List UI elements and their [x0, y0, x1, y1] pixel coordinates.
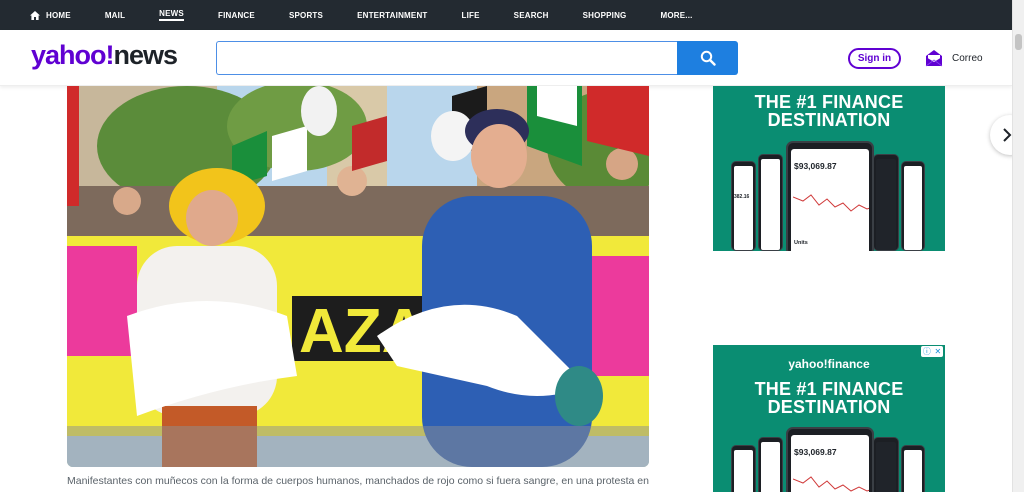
phone-mockup-left: 382.16: [731, 161, 756, 251]
nav-item-mail[interactable]: MAIL: [105, 11, 125, 20]
nav-item-home[interactable]: HOME: [30, 10, 71, 20]
nav-item-finance[interactable]: FINANCE: [218, 11, 255, 20]
nav-item-label: NEWS: [159, 9, 184, 18]
nav-item-news[interactable]: NEWS: [159, 9, 184, 21]
phone-mockup-right-2: [901, 161, 925, 251]
page-scrollbar[interactable]: [1012, 0, 1024, 492]
nav-item-entertainment[interactable]: ENTERTAINMENT: [357, 11, 427, 20]
top-navigation: HOME MAIL NEWS FINANCE SPORTS ENTERTAINM…: [0, 0, 1012, 30]
phone-mockup-left-2: [758, 154, 783, 251]
phone-chart: [793, 476, 869, 492]
phone-value: $93,069.87: [794, 447, 837, 457]
adchoices-icon[interactable]: ⓘ ✕: [921, 346, 943, 357]
sign-in-button[interactable]: Sign in: [848, 48, 901, 69]
nav-item-more[interactable]: MORE...: [660, 11, 692, 20]
nav-item-label: MAIL: [104, 10, 126, 20]
logo-brand: yahoo!: [31, 40, 115, 70]
search-input[interactable]: [217, 42, 678, 74]
nav-item-label: LIFE: [461, 10, 480, 20]
phone-mockup-center: $93,069.87 Units: [786, 141, 874, 251]
ad-brand: yahoo!finance: [788, 357, 870, 371]
phone-mockup-right: [873, 437, 899, 492]
phone-mockup-right-2: [901, 445, 925, 492]
phone-mockup-right: [873, 154, 899, 251]
nav-item-life[interactable]: LIFE: [462, 11, 480, 20]
nav-item-label: HOME: [46, 10, 71, 20]
nav-item-label: FINANCE: [217, 10, 255, 20]
protest-photo-illustration: AZA: [67, 86, 649, 467]
yahoo-news-logo[interactable]: yahoo!news: [31, 40, 179, 71]
article-photo: AZA: [67, 86, 649, 467]
site-header: yahoo!news Sign in Correo: [0, 30, 1012, 86]
chevron-right-icon: [1003, 128, 1012, 142]
phone-mockup-left-2: [758, 437, 783, 492]
search-button[interactable]: [677, 41, 738, 75]
nav-item-shopping[interactable]: SHOPPING: [583, 11, 627, 20]
nav-item-label: SHOPPING: [582, 10, 627, 20]
finance-ad-bottom[interactable]: ⓘ ✕ yahoo!finance THE #1 FINANCE DESTINAT…: [713, 345, 945, 492]
info-icon: ⓘ: [922, 347, 931, 356]
ad-headline-line2: DESTINATION: [767, 397, 891, 417]
ad-headline-line1: THE #1 FINANCE: [754, 379, 904, 399]
nav-item-label: SPORTS: [288, 10, 324, 20]
phone-tab-label: Units: [794, 240, 808, 246]
home-icon: [30, 10, 40, 20]
finance-ad-top[interactable]: THE #1 FINANCE DESTINATION 382.16 $93,06…: [713, 86, 945, 251]
logo-section: news: [113, 40, 179, 70]
mail-link[interactable]: Correo: [952, 53, 983, 64]
phone-value: $93,069.87: [794, 161, 837, 171]
phone-mockup-center: $93,069.87: [786, 427, 874, 492]
scrollbar-thumb[interactable]: [1015, 34, 1022, 50]
nav-item-label: MORE...: [660, 10, 693, 20]
nav-item-sports[interactable]: SPORTS: [289, 11, 323, 20]
close-icon: ✕: [934, 347, 942, 356]
mail-icon[interactable]: [924, 48, 944, 68]
ad-headline-line1: THE #1 FINANCE: [754, 92, 904, 112]
nav-item-label: SEARCH: [513, 10, 549, 20]
phone-chart: [793, 194, 869, 212]
nav-item-search[interactable]: SEARCH: [514, 11, 549, 20]
phone-value-left: 382.16: [734, 194, 750, 200]
ad-headline-line2: DESTINATION: [767, 110, 891, 130]
photo-caption: Manifestantes con muñecos con la forma d…: [67, 475, 649, 487]
search-box: [216, 41, 678, 75]
phone-mockup-left: [731, 445, 756, 492]
nav-item-label: ENTERTAINMENT: [357, 10, 428, 20]
search-icon: [700, 50, 716, 66]
